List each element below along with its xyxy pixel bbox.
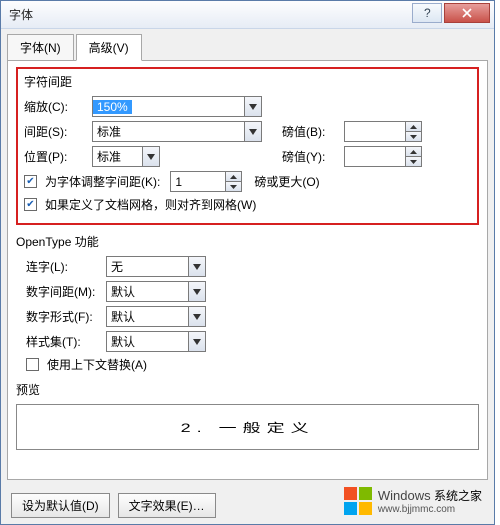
chevron-down-icon bbox=[244, 97, 261, 116]
spinner-up-icon[interactable] bbox=[406, 147, 421, 157]
spinner-buttons[interactable] bbox=[405, 147, 421, 166]
chevron-down-icon bbox=[142, 147, 159, 166]
kerning-spin[interactable]: 1 bbox=[170, 171, 242, 192]
watermark-site: www.bjjmmc.com bbox=[378, 504, 482, 515]
num-spacing-combo[interactable]: 默认 bbox=[106, 281, 206, 302]
spacing-label: 间距(S): bbox=[24, 123, 88, 140]
spinner-buttons[interactable] bbox=[225, 172, 241, 191]
context-alt-checkbox[interactable] bbox=[26, 358, 39, 371]
num-form-combo[interactable]: 默认 bbox=[106, 306, 206, 327]
kerning-suffix: 磅或更大(O) bbox=[254, 173, 319, 190]
ligatures-value: 无 bbox=[107, 258, 127, 275]
pt-b-spin[interactable] bbox=[344, 121, 422, 142]
opentype-group: OpenType 功能 连字(L): 无 数字间距(M): 默认 数字形式(F)… bbox=[16, 233, 479, 373]
pt-y-spin[interactable] bbox=[344, 146, 422, 167]
chevron-down-icon bbox=[244, 122, 261, 141]
spacing-combo[interactable]: 标准 bbox=[92, 121, 262, 142]
tab-font[interactable]: 字体(N) bbox=[7, 34, 74, 61]
preview-box: 2. 一般定义 bbox=[16, 404, 479, 450]
chevron-down-icon bbox=[188, 282, 205, 301]
help-button[interactable]: ? bbox=[412, 3, 442, 23]
tab-advanced[interactable]: 高级(V) bbox=[76, 34, 142, 61]
spinner-buttons[interactable] bbox=[405, 122, 421, 141]
pt-y-label: 磅值(Y): bbox=[282, 148, 340, 165]
kerning-value: 1 bbox=[171, 175, 186, 189]
windows-logo-icon bbox=[344, 487, 372, 515]
ligatures-label: 连字(L): bbox=[16, 258, 102, 275]
font-dialog: 字体 ? 字体(N) 高级(V) 字符间距 缩放(C): 150% 间距(S): bbox=[0, 0, 495, 525]
spinner-down-icon[interactable] bbox=[406, 132, 421, 141]
num-form-label: 数字形式(F): bbox=[16, 308, 102, 325]
num-spacing-label: 数字间距(M): bbox=[16, 283, 102, 300]
num-form-value: 默认 bbox=[107, 308, 139, 325]
chevron-down-icon bbox=[188, 257, 205, 276]
snap-grid-label: 如果定义了文档网格，则对齐到网格(W) bbox=[45, 196, 256, 213]
spinner-down-icon[interactable] bbox=[226, 182, 241, 191]
dialog-footer: 设为默认值(D) 文字效果(E)… bbox=[11, 493, 216, 518]
scale-value: 150% bbox=[93, 100, 132, 114]
watermark: Windows 系统之家 www.bjjmmc.com bbox=[344, 487, 482, 515]
scale-label: 缩放(C): bbox=[24, 98, 88, 115]
kerning-checkbox[interactable] bbox=[24, 175, 37, 188]
preview-label: 预览 bbox=[16, 381, 479, 398]
spacing-value: 标准 bbox=[93, 123, 125, 140]
scale-combo[interactable]: 150% bbox=[92, 96, 262, 117]
spinner-up-icon[interactable] bbox=[406, 122, 421, 132]
spinner-down-icon[interactable] bbox=[406, 157, 421, 166]
dialog-content: 字符间距 缩放(C): 150% 间距(S): 标准 磅值(B): bbox=[7, 60, 488, 480]
close-button[interactable] bbox=[444, 3, 490, 23]
snap-grid-checkbox[interactable] bbox=[24, 198, 37, 211]
window-title: 字体 bbox=[9, 6, 33, 23]
watermark-brand: Windows 系统之家 bbox=[378, 487, 482, 504]
group-title-opentype: OpenType 功能 bbox=[16, 233, 479, 250]
style-set-label: 样式集(T): bbox=[16, 333, 102, 350]
preview-text: 2. 一般定义 bbox=[180, 419, 314, 436]
pt-b-label: 磅值(B): bbox=[282, 123, 340, 140]
chevron-down-icon bbox=[188, 332, 205, 351]
position-value: 标准 bbox=[93, 148, 125, 165]
spinner-up-icon[interactable] bbox=[226, 172, 241, 182]
set-default-button[interactable]: 设为默认值(D) bbox=[11, 493, 110, 518]
preview-section: 预览 2. 一般定义 bbox=[16, 381, 479, 450]
chevron-down-icon bbox=[188, 307, 205, 326]
position-label: 位置(P): bbox=[24, 148, 88, 165]
titlebar: 字体 ? bbox=[1, 1, 494, 29]
position-combo[interactable]: 标准 bbox=[92, 146, 160, 167]
num-spacing-value: 默认 bbox=[107, 283, 139, 300]
text-effects-button[interactable]: 文字效果(E)… bbox=[118, 493, 216, 518]
style-set-combo[interactable]: 默认 bbox=[106, 331, 206, 352]
titlebar-buttons: ? bbox=[412, 3, 490, 23]
ligatures-combo[interactable]: 无 bbox=[106, 256, 206, 277]
style-set-value: 默认 bbox=[107, 333, 139, 350]
tab-bar: 字体(N) 高级(V) bbox=[1, 29, 494, 60]
kerning-label: 为字体调整字间距(K): bbox=[45, 173, 160, 190]
group-title-char-spacing: 字符间距 bbox=[24, 73, 471, 90]
char-spacing-group: 字符间距 缩放(C): 150% 间距(S): 标准 磅值(B): bbox=[16, 67, 479, 225]
svg-text:?: ? bbox=[424, 8, 431, 18]
context-alt-label: 使用上下文替换(A) bbox=[47, 356, 147, 373]
